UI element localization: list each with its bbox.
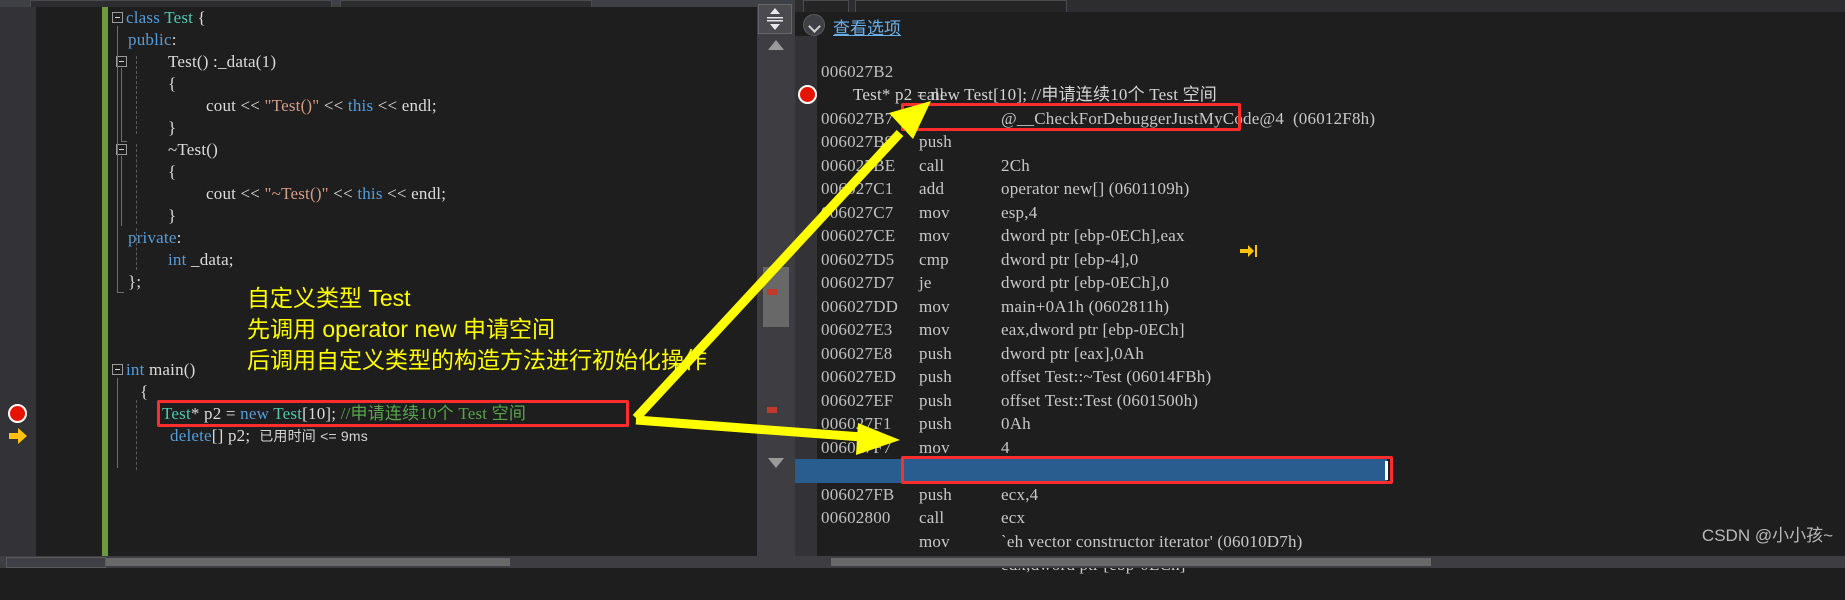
editor-horizontal-scrollbar[interactable] [0,556,795,568]
disasm-row[interactable]: 006027E3 push offset Test::~Test (06014F… [795,295,1845,386]
view-options-header[interactable]: 查看选项 [795,12,1845,38]
code-line-116[interactable]: ~Test() [168,139,218,161]
code-line-111[interactable]: public: [128,29,177,51]
highlight-box-operator-new [901,103,1241,131]
chevron-down-icon[interactable] [803,14,825,36]
indent-guide [136,56,137,134]
disassembly-hscroll-thumb[interactable] [831,558,1431,566]
highlight-box-ctor-iterator [901,456,1393,484]
class-scope-bracket [117,30,118,292]
disasm-row[interactable]: 006027F1 mov ecx,dword ptr [ebp-0ECh] [795,389,1845,480]
annotation-line-3: 后调用自定义类型的构造方法进行初始化操作 [247,347,707,373]
main-scope-guide [117,378,118,468]
disasm-row[interactable]: 006027BE add esp,4 [795,130,1845,222]
disasm-row[interactable]: 006027D5 je main+0A1h (0602811h) [795,224,1845,316]
editor-scroll-up-button[interactable] [757,34,795,56]
disasm-row[interactable]: 006027D7 mov eax,dword ptr [ebp-0ECh] [795,248,1845,339]
code-line-114[interactable]: cout << "Test()" << this << endl; [206,95,437,117]
annotation-line-1: 自定义类型 Test [247,285,411,311]
highlight-box-source-new [157,400,629,427]
editor-vertical-scrollbar[interactable] [757,7,795,561]
editor-scroll-down-button[interactable] [757,452,795,474]
disasm-address: 00602800 [821,508,891,527]
code-line-110[interactable]: class Test { [126,7,206,29]
disasm-row[interactable]: 006027DD mov dword ptr [eax],0Ah [795,271,1845,363]
disasm-row[interactable]: 006027F7 add ecx,4 [795,412,1845,504]
line-number-gutter [36,7,102,561]
disasm-breakpoint-marker[interactable] [798,85,817,104]
disasm-row[interactable]: 006027EF push 4 [795,365,1845,457]
change-indicator-bar [102,7,108,561]
disasm-operand: `eh vector constructor iterator' (06010D… [1001,531,1303,551]
code-line-115[interactable]: } [168,117,176,139]
disasm-operand: ecx [1001,508,1026,527]
disassembly-horizontal-scrollbar[interactable] [795,556,1845,568]
editor-status-stub [6,557,106,568]
code-line-126[interactable]: int main() [126,359,196,381]
indent-guide-main [136,400,137,470]
annotation-line-2: 先调用 operator new 申请空间 [247,316,556,342]
ide-debug-screenshot: 110 111 112 113 114 115 116 117 118 119 … [0,0,1845,574]
code-line-129[interactable]: delete[] p2; 已用时间 <= 9ms [170,425,368,447]
source-editor-pane[interactable]: 110 111 112 113 114 115 116 117 118 119 … [0,0,795,568]
breakpoint-marker[interactable] [8,404,27,423]
code-line-119[interactable]: } [168,205,176,227]
editor-split-handle[interactable] [758,4,792,34]
code-text-area[interactable] [102,7,757,561]
class-scope-cap [117,292,124,293]
ctor-scope-guide [121,68,122,142]
disasm-row[interactable]: 00602800 mov edx,dword ptr [ebp-0ECh] [795,483,1845,574]
disasm-source-row[interactable]: Test* p2 = new Test[10]; //申请连续10个 Test … [795,60,1845,104]
ctor-scope-cap [121,141,127,142]
breakpoint-gutter[interactable] [0,7,36,561]
code-line-120[interactable]: private: [128,227,182,249]
disassembly-pane[interactable]: 查看选项 006027B2 call @__CheckForDebuggerJu… [795,0,1845,574]
dtor-scope-guide [121,156,122,226]
current-statement-arrow-icon [8,427,28,445]
disasm-row[interactable]: 006027ED push 0Ah [795,342,1845,433]
disasm-row[interactable]: 006027E8 push offset Test::Test (0601500… [795,318,1845,410]
editor-scroll-thumb[interactable] [763,267,789,327]
code-line-122[interactable]: }; [128,271,141,293]
fold-toggle-class[interactable] [112,12,123,23]
code-line-113[interactable]: { [168,73,176,95]
disasm-row[interactable]: 006027C7 mov dword ptr [ebp-4],0 [795,177,1845,269]
disasm-mnemonic: call [919,508,945,527]
disasm-row[interactable]: 006027B2 call @__CheckForDebuggerJustMyC… [795,36,1845,128]
indent-guide [136,144,137,224]
disasm-mnemonic: mov [919,531,950,551]
code-line-112[interactable]: Test() :_data(1) [168,51,276,73]
code-line-121[interactable]: int _data; [168,249,234,271]
elapsed-time-label: 已用时间 <= 9ms [259,428,368,444]
csdn-watermark: CSDN @小小孩~ [1701,526,1833,545]
fold-toggle-main[interactable] [112,364,123,375]
disasm-row[interactable]: 006027C1 mov dword ptr [ebp-0ECh],eax [795,154,1845,245]
code-line-118[interactable]: cout << "~Test()" << this << endl; [206,183,446,205]
minimap-marker-breakpoint [767,289,777,295]
disasm-row[interactable]: 006027CE cmp dword ptr [ebp-0ECh],0 [795,201,1845,292]
minimap-marker-error [767,407,777,413]
code-line-117[interactable]: { [168,161,176,183]
code-line-127[interactable]: { [140,381,148,403]
